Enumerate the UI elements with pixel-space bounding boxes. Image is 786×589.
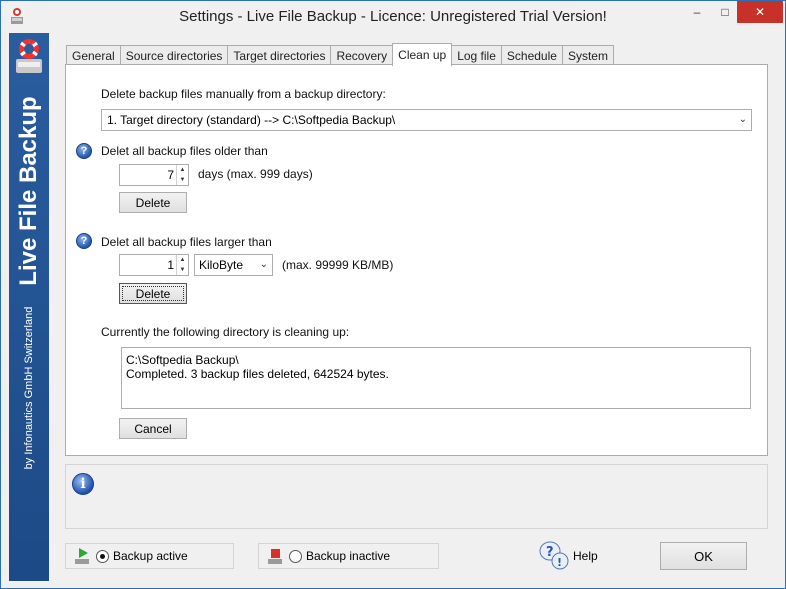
larger-than-label: Delet all backup files larger than: [101, 235, 272, 249]
tab-schedule[interactable]: Schedule: [500, 45, 563, 66]
current-directory-label: Currently the following directory is cle…: [101, 325, 350, 339]
backup-directory-value: 1. Target directory (standard) --> C:\So…: [107, 113, 396, 127]
tab-log-file[interactable]: Log file: [451, 45, 502, 66]
tab-source-directories[interactable]: Source directories: [119, 45, 229, 66]
help-icon[interactable]: ?: [76, 143, 92, 159]
log-line: Completed. 3 backup files deleted, 64252…: [126, 367, 389, 381]
size-value: 1: [167, 258, 174, 272]
size-unit-select[interactable]: KiloByte ⌄: [194, 254, 273, 276]
brand-company: by Infonautics GmbH Switzerland: [23, 306, 35, 470]
tab-recovery[interactable]: Recovery: [330, 45, 394, 66]
brand-title: Live File Backup: [15, 96, 42, 286]
cancel-button[interactable]: Cancel: [119, 418, 187, 439]
stop-red-icon: [268, 549, 282, 564]
brand-sidebar: Live File Backup by Infonautics GmbH Swi…: [9, 33, 49, 581]
delete-larger-button[interactable]: Delete: [119, 283, 187, 304]
close-button[interactable]: ✕: [737, 1, 783, 23]
window-title: Settings - Live File Backup - Licence: U…: [179, 8, 607, 25]
help-link[interactable]: ? ! Help: [539, 539, 598, 573]
size-stepper-buttons[interactable]: ▲ ▼: [176, 255, 188, 275]
info-icon: i: [72, 473, 94, 495]
help-icon[interactable]: ?: [76, 233, 92, 249]
backup-inactive-option[interactable]: Backup inactive: [258, 543, 439, 569]
arrow-up-icon[interactable]: ▲: [180, 167, 186, 173]
chevron-down-icon: ⌄: [259, 259, 268, 270]
tab-target-directories[interactable]: Target directories: [227, 45, 332, 66]
older-than-label: Delet all backup files older than: [101, 144, 268, 158]
size-max-label: (max. 99999 KB/MB): [282, 258, 394, 272]
cleanup-panel: Delete backup files manually from a back…: [65, 64, 768, 456]
settings-window: Settings - Live File Backup - Licence: U…: [0, 0, 786, 589]
days-unit-label: days (max. 999 days): [198, 167, 313, 181]
info-panel: i: [65, 464, 768, 529]
backup-active-radio[interactable]: [96, 549, 109, 563]
backup-inactive-label: Backup inactive: [306, 549, 391, 563]
arrow-up-icon[interactable]: ▲: [180, 257, 186, 263]
tab-general[interactable]: General: [66, 45, 121, 66]
arrow-down-icon[interactable]: ▼: [180, 177, 186, 183]
cleanup-log[interactable]: C:\Softpedia Backup\ Completed. 3 backup…: [121, 347, 751, 409]
help-label: Help: [573, 549, 598, 563]
lifebuoy-logo-icon: [16, 39, 42, 73]
help-bubbles-icon: ? !: [539, 541, 569, 570]
minimize-button[interactable]: –: [683, 1, 711, 23]
maximize-button[interactable]: □: [711, 1, 739, 23]
tab-system[interactable]: System: [561, 45, 614, 66]
log-line: C:\Softpedia Backup\: [126, 353, 239, 367]
size-unit-value: KiloByte: [199, 258, 244, 272]
days-stepper[interactable]: 7 ▲ ▼: [119, 164, 189, 186]
backup-inactive-radio[interactable]: [289, 549, 302, 563]
arrow-down-icon[interactable]: ▼: [180, 267, 186, 273]
ok-button[interactable]: OK: [660, 542, 747, 570]
play-green-icon: [75, 548, 89, 564]
backup-active-option[interactable]: Backup active: [65, 543, 234, 569]
size-stepper[interactable]: 1 ▲ ▼: [119, 254, 189, 276]
days-value: 7: [167, 168, 174, 182]
chevron-down-icon: ⌄: [738, 114, 747, 125]
tab-strip: General Source directories Target direct…: [66, 43, 614, 66]
svg-text:!: !: [557, 556, 562, 569]
days-stepper-buttons[interactable]: ▲ ▼: [176, 165, 188, 185]
manual-delete-label: Delete backup files manually from a back…: [101, 87, 386, 101]
title-bar[interactable]: Settings - Live File Backup - Licence: U…: [1, 1, 785, 33]
backup-directory-select[interactable]: 1. Target directory (standard) --> C:\So…: [101, 109, 752, 131]
backup-active-label: Backup active: [113, 549, 188, 563]
delete-older-button[interactable]: Delete: [119, 192, 187, 213]
tab-clean-up[interactable]: Clean up: [392, 43, 453, 66]
